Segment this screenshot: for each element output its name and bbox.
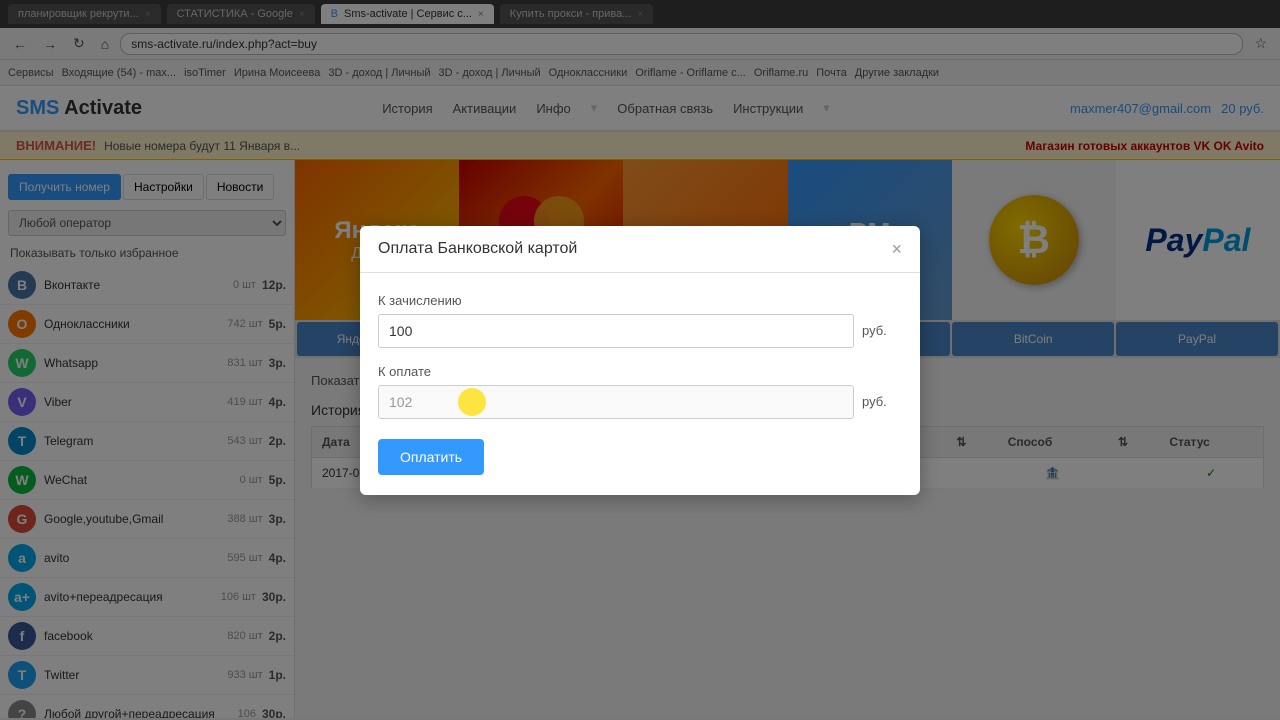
payment-input[interactable]	[378, 385, 854, 419]
credit-row: руб.	[378, 314, 902, 348]
credit-form-group: К зачислению руб.	[378, 293, 902, 348]
payment-modal: Оплата Банковской картой × К зачислению …	[360, 226, 920, 495]
payment-label: К оплате	[378, 364, 902, 379]
submit-payment-button[interactable]: Оплатить	[378, 439, 484, 475]
credit-input[interactable]	[378, 314, 854, 348]
credit-label: К зачислению	[378, 293, 902, 308]
payment-row: руб.	[378, 385, 902, 419]
modal-body: К зачислению руб. К оплате руб. Оплатить	[360, 273, 920, 495]
modal-overlay: Оплата Банковской картой × К зачислению …	[0, 0, 1280, 720]
modal-title: Оплата Банковской картой	[378, 240, 577, 258]
modal-header: Оплата Банковской картой ×	[360, 226, 920, 273]
payment-unit: руб.	[862, 394, 902, 409]
payment-form-group: К оплате руб.	[378, 364, 902, 419]
modal-close-button[interactable]: ×	[891, 240, 902, 258]
credit-unit: руб.	[862, 323, 902, 338]
